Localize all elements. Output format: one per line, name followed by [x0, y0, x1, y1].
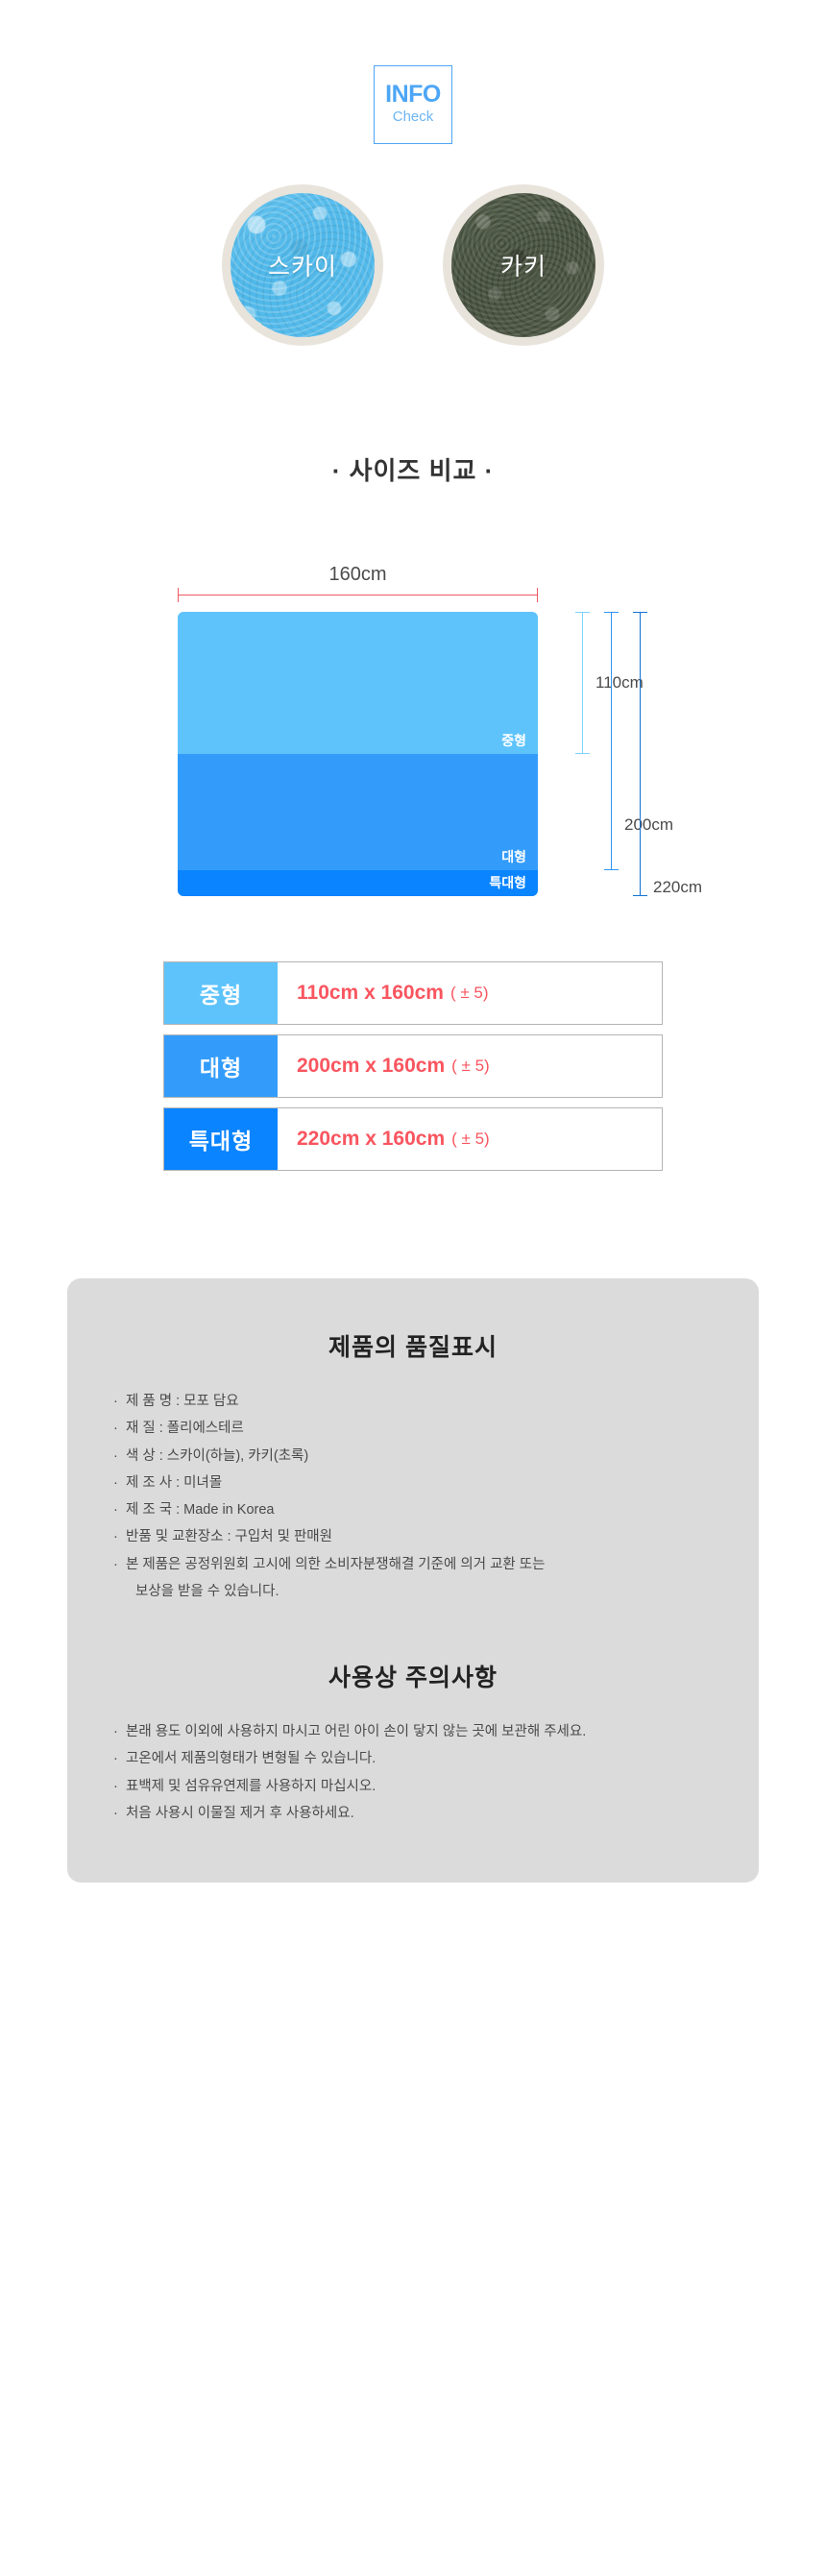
size-row-tolerance: ( ± 5)	[451, 1130, 490, 1148]
product-detail-page: INFO Check 스카이 카키 · 사이즈 비교 · 160cm 중형 대형…	[0, 0, 826, 1883]
quality-label-heading: 제품의 품질표시	[328, 1334, 498, 1361]
height-dimension-label-220: 220cm	[653, 878, 703, 896]
height-dimension-label-200: 200cm	[624, 815, 674, 834]
size-band-medium: 중형	[178, 612, 538, 754]
color-swatch-khaki[interactable]: 카키	[443, 184, 604, 346]
list-item: 반품 및 교환장소 : 구입처 및 판매원	[113, 1523, 759, 1551]
size-row-value-cell: 200cm x 160cm ( ± 5)	[278, 1035, 662, 1097]
list-item: 본래 용도 이외에 사용하지 마시고 어린 아이 손이 닿지 않는 곳에 보관해…	[113, 1718, 759, 1746]
quality-label-list: 제 품 명 : 모포 담요 재 질 : 폴리에스테르 색 상 : 스카이(하늘)…	[67, 1388, 759, 1605]
list-item: 색 상 : 스카이(하늘), 카키(초록)	[113, 1443, 759, 1470]
info-badge-title: INFO	[385, 80, 441, 108]
size-row-value-cell: 220cm x 160cm ( ± 5)	[278, 1108, 662, 1170]
size-row-tolerance: ( ± 5)	[451, 1057, 490, 1075]
product-info-panel: 제품의 품질표시 제 품 명 : 모포 담요 재 질 : 폴리에스테르 색 상 …	[67, 1278, 759, 1883]
color-swatch-sky[interactable]: 스카이	[222, 184, 383, 346]
caution-heading: 사용상 주의사항	[328, 1665, 498, 1692]
list-item: 제 품 명 : 모포 담요	[113, 1388, 759, 1416]
size-band-xlarge: 특대형	[178, 870, 538, 896]
caution-list: 본래 용도 이외에 사용하지 마시고 어린 아이 손이 닿지 않는 곳에 보관해…	[67, 1718, 759, 1827]
info-badge-container: INFO Check	[0, 0, 826, 144]
info-check-badge: INFO Check	[374, 65, 452, 144]
height-dimension-line-220	[633, 612, 647, 896]
height-dimension-line-110	[575, 612, 590, 754]
table-row: 중형 110cm x 160cm ( ± 5)	[163, 961, 663, 1025]
list-item: 표백제 및 섬유유연제를 사용하지 마십시오.	[113, 1773, 759, 1801]
list-item: 처음 사용시 이물질 제거 후 사용하세요.	[113, 1800, 759, 1828]
size-band-label: 특대형	[489, 875, 526, 891]
size-table: 중형 110cm x 160cm ( ± 5) 대형 200cm x 160cm…	[163, 961, 663, 1171]
info-badge-subtitle: Check	[392, 108, 434, 125]
color-swatch-label: 카키	[499, 254, 547, 280]
list-item: 제 조 사 : 미녀몰	[113, 1470, 759, 1497]
size-band-large: 대형	[178, 754, 538, 870]
list-item: 제 조 국 : Made in Korea	[113, 1496, 759, 1524]
size-row-dimensions: 110cm x 160cm	[297, 982, 444, 1004]
list-item-continuation: 보상을 받을 수 있습니다.	[135, 1583, 279, 1599]
size-band-label: 대형	[501, 849, 526, 865]
width-dimension-label: 160cm	[328, 564, 387, 585]
list-item: 본 제품은 공정위원회 고시에 의한 소비자분쟁해결 기준에 의거 교환 또는	[113, 1551, 759, 1579]
height-dimension-line-200	[604, 612, 619, 870]
size-row-dimensions: 200cm x 160cm	[297, 1055, 446, 1077]
size-row-key: 대형	[164, 1035, 278, 1097]
table-row: 대형 200cm x 160cm ( ± 5)	[163, 1034, 663, 1098]
size-comparison-heading: · 사이즈 비교 ·	[331, 456, 495, 485]
height-dimension-label-110: 110cm	[595, 673, 644, 692]
size-band-label: 중형	[501, 733, 526, 749]
size-row-dimensions: 220cm x 160cm	[297, 1128, 446, 1150]
list-item: 고온에서 제품의형태가 변형될 수 있습니다.	[113, 1745, 759, 1773]
size-row-key: 중형	[164, 962, 278, 1024]
blanket-size-stack: 중형 대형 특대형	[178, 612, 538, 896]
table-row: 특대형 220cm x 160cm ( ± 5)	[163, 1107, 663, 1171]
size-row-value-cell: 110cm x 160cm ( ± 5)	[278, 962, 662, 1024]
size-comparison-diagram: 160cm 중형 대형 특대형 110cm 200cm 220cm	[0, 537, 826, 921]
size-row-key: 특대형	[164, 1108, 278, 1170]
color-swatch-label: 스카이	[267, 254, 337, 280]
list-item: 재 질 : 폴리에스테르	[113, 1415, 759, 1443]
size-row-tolerance: ( ± 5)	[449, 984, 489, 1002]
color-swatch-list: 스카이 카키	[0, 184, 826, 346]
